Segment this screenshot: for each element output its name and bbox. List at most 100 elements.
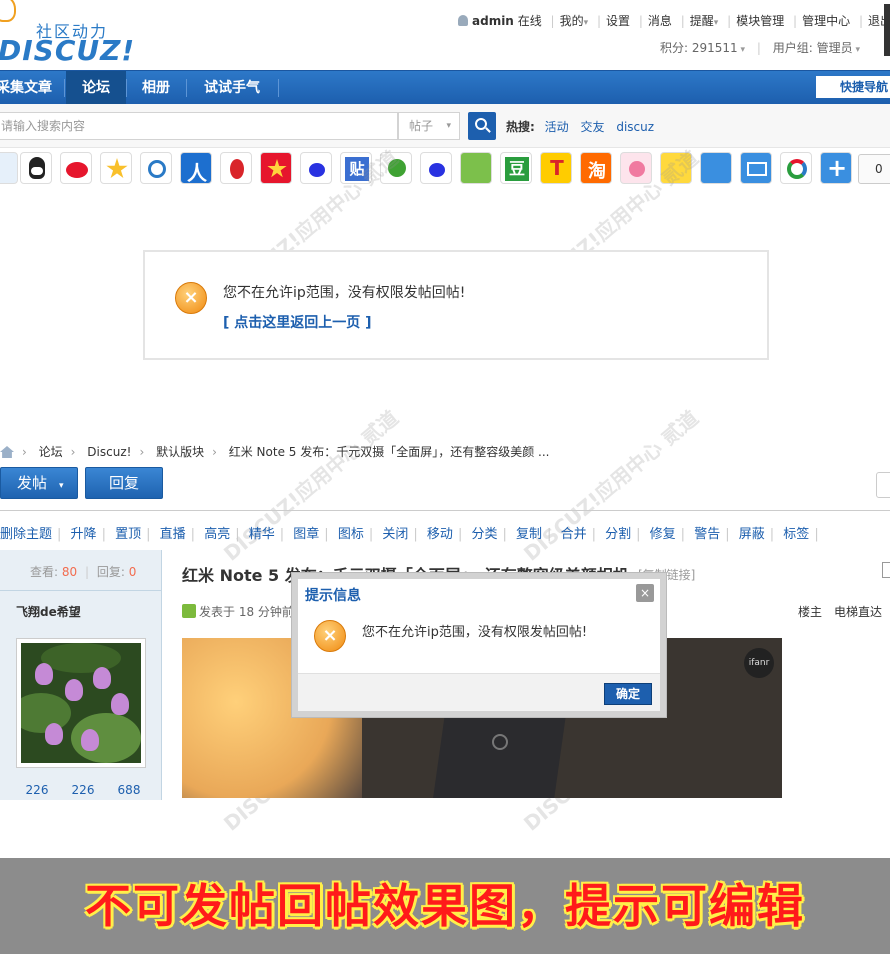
mod-warn[interactable]: 警告 [694, 523, 720, 542]
thread-stats: 查看: 80 | 回复: 0 [30, 565, 137, 579]
hot-searches: 热搜: 活动 交友 discuz [506, 118, 662, 135]
mod-bump[interactable]: 升降 [71, 523, 97, 542]
logo-bulb-icon [0, 0, 16, 22]
author-avatar[interactable] [16, 638, 146, 768]
mod-delete[interactable]: 删除主题 [0, 523, 52, 542]
link-mine[interactable]: 我的 [560, 12, 584, 29]
home-icon[interactable] [0, 446, 14, 458]
notice-box [143, 250, 769, 360]
share-tencent-icon[interactable] [140, 152, 172, 184]
share-renren-icon[interactable]: 人 [180, 152, 212, 185]
link-admin-center[interactable]: 管理中心 [802, 12, 850, 29]
page-nav-stub[interactable] [876, 472, 890, 498]
stat-threads[interactable]: 226 [14, 783, 60, 797]
mod-repair[interactable]: 修复 [650, 523, 676, 542]
mod-stamp[interactable]: 图章 [293, 523, 319, 542]
search-input[interactable]: 请输入搜索内容 [0, 112, 398, 140]
mod-category[interactable]: 分类 [471, 523, 497, 542]
mod-merge[interactable]: 合并 [561, 523, 587, 542]
divider [0, 510, 890, 511]
mod-copy[interactable]: 复制 [516, 523, 542, 542]
share-tianya-icon[interactable]: T [540, 152, 572, 184]
search-type-select[interactable]: 帖子 ▾ [398, 112, 460, 140]
ok-button[interactable]: 确定 [604, 683, 652, 705]
mod-icon[interactable]: 图标 [338, 523, 364, 542]
online-icon [182, 604, 196, 618]
nav-item-articles[interactable]: 采集文章 [0, 71, 62, 105]
reply-button[interactable]: 回复 [85, 467, 163, 499]
share-qq-icon[interactable] [20, 152, 52, 184]
username-link[interactable]: admin [472, 14, 514, 28]
user-icon [458, 15, 468, 26]
mod-split[interactable]: 分割 [605, 523, 631, 542]
dialog-message: 您不在允许ip范围，没有权限发帖回帖! [362, 625, 588, 640]
share-icon[interactable] [0, 152, 18, 184]
share-bookmark-icon[interactable] [460, 152, 492, 184]
mod-highlight[interactable]: 高亮 [204, 523, 230, 542]
stat-posts[interactable]: 226 [60, 783, 106, 797]
new-post-label: 发帖 [17, 474, 48, 492]
mod-block[interactable]: 屏蔽 [739, 523, 765, 542]
main-nav: 采集文章 论坛 相册 试试手气 [0, 70, 890, 105]
mod-move[interactable]: 移动 [427, 523, 453, 542]
hot-item[interactable]: 活动 [545, 120, 569, 134]
replies-count: 0 [128, 565, 137, 579]
link-module-admin[interactable]: 模块管理 [736, 12, 784, 29]
quick-nav-button[interactable]: 快捷导航 [816, 76, 890, 98]
nav-item-album[interactable]: 相册 [126, 71, 186, 105]
logo[interactable]: DISCUZ! [0, 34, 135, 67]
share-qzone-icon[interactable] [100, 152, 132, 184]
share-mail-icon[interactable] [740, 152, 772, 184]
hot-item[interactable]: 交友 [580, 120, 604, 134]
mod-tag[interactable]: 标签 [783, 523, 809, 542]
share-edit-icon[interactable] [700, 152, 732, 184]
views-count: 80 [61, 565, 78, 579]
share-fav-icon[interactable] [260, 152, 292, 184]
usergroup[interactable]: 用户组: 管理员 [773, 41, 853, 55]
breadcrumb-forum[interactable]: 论坛 [39, 445, 63, 459]
print-icon[interactable] [882, 562, 890, 578]
breadcrumb: › 论坛 › Discuz! › 默认版块 › 红米 Note 5 发布：千元双摄「全… [0, 443, 549, 460]
caption-text: 不可发帖回帖效果图，提示可编辑 [85, 879, 805, 933]
error-icon: × [314, 620, 346, 652]
search-type-value: 帖子 [409, 119, 434, 133]
close-icon[interactable]: × [636, 584, 654, 602]
moderation-bar: 删除主题 | 升降 | 置顶 | 直播 | 高亮 | 精华 | 图章 | 图标 | 关闭 | 移动… [0, 523, 824, 542]
replies-label: 回复: [96, 565, 125, 579]
breadcrumb-board[interactable]: 默认版块 [156, 445, 204, 459]
link-messages[interactable]: 消息 [648, 12, 672, 29]
back-link[interactable]: [ 点击这里返回上一页 ] [223, 312, 372, 332]
mod-digest[interactable]: 精华 [249, 523, 275, 542]
mod-close[interactable]: 关闭 [382, 523, 408, 542]
share-more-icon[interactable]: + [820, 152, 852, 184]
nav-item-lucky[interactable]: 试试手气 [186, 71, 278, 105]
mod-live[interactable]: 直播 [160, 523, 186, 542]
hot-label: 热搜: [506, 120, 535, 134]
error-icon: × [175, 282, 207, 314]
stat-credits[interactable]: 688 [106, 783, 152, 797]
views-label: 查看: [30, 565, 59, 579]
post-meta: 发表于 18 分钟前 [182, 603, 294, 620]
user-avatar[interactable] [884, 4, 890, 56]
mod-sticky[interactable]: 置顶 [115, 523, 141, 542]
share-ring-icon[interactable] [780, 152, 812, 184]
author-name[interactable]: 飞翔de希望 [16, 603, 81, 620]
share-baidu-icon[interactable] [300, 152, 332, 184]
search-button[interactable] [468, 112, 496, 140]
share-taobao-icon[interactable]: 淘 [580, 152, 612, 184]
share-douban-icon[interactable]: 豆 [500, 152, 532, 184]
link-notify[interactable]: 提醒 [690, 12, 714, 29]
share-weibo-icon[interactable] [60, 152, 92, 184]
share-baidu-space-icon[interactable] [420, 152, 452, 184]
breadcrumb-discuz[interactable]: Discuz! [87, 445, 131, 459]
hot-item[interactable]: discuz [616, 120, 654, 134]
nav-item-forum[interactable]: 论坛 [66, 71, 126, 105]
new-post-button[interactable]: 发帖 ▾ [0, 467, 78, 499]
top-links: admin 在线 | 我的 ▾ | 设置 | 消息 | 提醒 ▾ | 模块管理 | 管理中心… [458, 12, 890, 29]
jump-to-floor[interactable]: 电梯直达 [834, 603, 882, 620]
points[interactable]: 积分: 291511 [660, 41, 738, 55]
breadcrumb-thread[interactable]: 红米 Note 5 发布：千元双摄「全面屏」，还有整容级美颜 ... [229, 445, 550, 459]
share-kaixin-icon[interactable] [220, 152, 252, 184]
author-stats: 226 226 688 [14, 783, 152, 797]
link-settings[interactable]: 设置 [606, 12, 630, 29]
